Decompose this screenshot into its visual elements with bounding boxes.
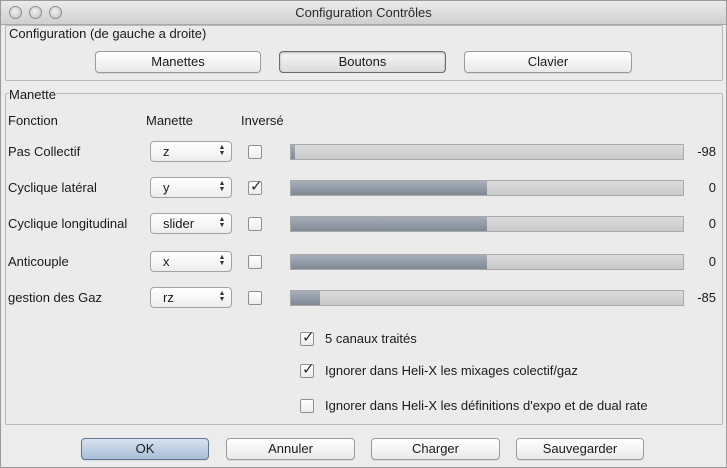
manette-select-value: y: [163, 180, 170, 195]
manette-select[interactable]: rz ▲ ▼: [150, 287, 232, 308]
manette-select-value: slider: [163, 216, 195, 231]
manette-group-label: Manette: [9, 87, 56, 102]
check-icon: ✓: [302, 329, 315, 346]
header-fonction: Fonction: [8, 113, 58, 128]
inverse-checkbox[interactable]: ✓: [248, 178, 263, 195]
updown-chevron-icon: ▲ ▼: [218, 290, 226, 303]
option-label: Ignorer dans Heli-X les mixages colectif…: [325, 363, 578, 378]
manette-select-value: z: [163, 144, 170, 159]
header-inverse: Inversé: [241, 113, 284, 128]
inverse-checkbox[interactable]: [248, 145, 262, 159]
manette-select[interactable]: y ▲ ▼: [150, 177, 232, 198]
channel-level-bar: [290, 290, 684, 306]
option-checkbox[interactable]: [300, 399, 314, 413]
manette-select-value: rz: [163, 290, 174, 305]
charger-button[interactable]: Charger: [371, 438, 500, 460]
fonction-label: Anticouple: [8, 254, 69, 269]
channel-level-bar: [290, 216, 684, 232]
clavier-button[interactable]: Clavier: [464, 51, 632, 73]
channel-value: 0: [708, 216, 716, 231]
channel-level-bar: [290, 254, 684, 270]
channel-level-bar: [290, 180, 684, 196]
fonction-label: Pas Collectif: [8, 144, 81, 159]
channel-level-fill: [291, 217, 487, 231]
boutons-button[interactable]: Boutons: [279, 51, 446, 73]
inverse-checkbox[interactable]: [248, 291, 262, 305]
channel-value: 0: [708, 180, 716, 195]
fonction-label: Cyclique longitudinal: [8, 216, 128, 231]
option-label: Ignorer dans Heli-X les définitions d'ex…: [325, 398, 648, 413]
channel-level-fill: [291, 181, 487, 195]
configuration-window: Configuration Contrôles Configuration (d…: [0, 0, 727, 468]
manette-select-value: x: [163, 254, 170, 269]
check-icon: ✓: [250, 178, 263, 195]
title-bar: Configuration Contrôles: [1, 1, 726, 25]
fonction-label: Cyclique latéral: [8, 180, 97, 195]
annuler-button[interactable]: Annuler: [226, 438, 355, 460]
channel-level-fill: [291, 255, 487, 269]
manette-select[interactable]: z ▲ ▼: [150, 141, 232, 162]
channel-level-fill: [291, 145, 295, 159]
manette-select[interactable]: x ▲ ▼: [150, 251, 232, 272]
inverse-checkbox[interactable]: [248, 217, 262, 231]
fonction-label: gestion des Gaz: [8, 290, 102, 305]
updown-chevron-icon: ▲ ▼: [218, 216, 226, 229]
header-manette: Manette: [146, 113, 193, 128]
configuration-group-label: Configuration (de gauche a droite): [9, 26, 207, 41]
option-checkbox[interactable]: ✓: [300, 361, 315, 378]
option-checkbox[interactable]: ✓: [300, 329, 315, 346]
check-icon: ✓: [302, 361, 315, 378]
ok-button[interactable]: OK: [81, 438, 209, 460]
channel-level-bar: [290, 144, 684, 160]
channel-value: 0: [708, 254, 716, 269]
updown-chevron-icon: ▲ ▼: [218, 254, 226, 267]
updown-chevron-icon: ▲ ▼: [218, 144, 226, 157]
inverse-checkbox[interactable]: [248, 255, 262, 269]
channel-value: -98: [697, 144, 716, 159]
option-label: 5 canaux traités: [325, 331, 417, 346]
channel-level-fill: [291, 291, 321, 305]
manettes-button[interactable]: Manettes: [95, 51, 261, 73]
updown-chevron-icon: ▲ ▼: [218, 180, 226, 193]
channel-value: -85: [697, 290, 716, 305]
manette-select[interactable]: slider ▲ ▼: [150, 213, 232, 234]
window-title: Configuration Contrôles: [295, 5, 432, 20]
sauvegarder-button[interactable]: Sauvegarder: [516, 438, 644, 460]
